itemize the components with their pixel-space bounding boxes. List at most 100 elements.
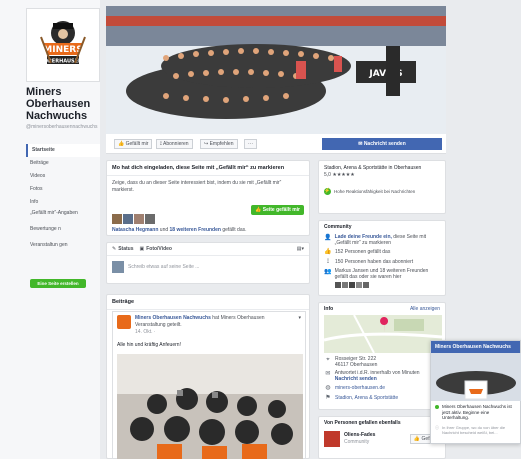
person-add-icon: 👤 xyxy=(324,235,332,241)
avatar[interactable] xyxy=(324,431,340,447)
likes-count-row: 👍 152 Personen gefällt das xyxy=(319,247,445,257)
response-badge: ⚡ Hohe Reaktionsfähigkeit bei Nachrichte… xyxy=(319,178,445,195)
chat-cover xyxy=(431,353,521,401)
nav-item-likes[interactable]: „Gefällt mir“-Angaben xyxy=(26,209,100,225)
location-pin-icon: ⌖ xyxy=(326,357,330,363)
like-invite-label: Seite gefällt mir xyxy=(262,207,300,213)
messenger-icon: ✉ xyxy=(325,371,331,377)
chat-title[interactable]: Miners Oberhausen Nachwuchs xyxy=(431,341,520,353)
chevron-down-icon[interactable]: ▾ xyxy=(298,315,301,321)
nav-item-reviews[interactable]: Bewertunge n xyxy=(26,225,100,241)
lightning-icon: ⚡ xyxy=(324,188,331,195)
avatar[interactable] xyxy=(134,214,144,224)
chat-info-row: ⓘ In Ihrer Gruppe, wo du von über die Na… xyxy=(431,424,520,436)
composer-menu-icon[interactable]: ▤▾ xyxy=(297,246,304,252)
nav-item-startseite[interactable]: Startseite xyxy=(26,144,100,157)
composer-input-row: Schreib etwas auf seine Seite ... xyxy=(107,256,309,278)
share-button[interactable]: ↪ Empfehlen xyxy=(200,139,238,149)
info-header: Info xyxy=(324,306,334,312)
nav-item-videos[interactable]: Videos xyxy=(26,170,100,183)
status-tab[interactable]: Status xyxy=(118,246,133,252)
avatar[interactable] xyxy=(349,282,355,288)
friends-more-link[interactable]: 18 weiteren Freunden xyxy=(170,227,221,233)
thumb-up-icon: 👍 xyxy=(413,436,421,442)
avatar[interactable] xyxy=(363,282,369,288)
related-pages-card: Von Personen gefallen ebenfalls Oliens-F… xyxy=(318,416,446,459)
like-page-button[interactable]: 👍 Gefällt mir xyxy=(114,139,153,149)
info-send-message-link[interactable]: Nachricht senden xyxy=(335,376,377,382)
nav-item-events[interactable]: Veranstaltun gen xyxy=(26,241,100,257)
page-handle[interactable]: @minersoberhausennachwuchs xyxy=(26,124,100,130)
likes-count: 152 Personen gefällt das xyxy=(335,249,391,255)
info-icon: ⓘ xyxy=(435,424,439,430)
post-header: Miners Oberhausen Nachwuchs hat Miners O… xyxy=(113,312,305,339)
community-avatars xyxy=(319,281,445,289)
show-all-link[interactable]: Alle anzeigen xyxy=(410,306,440,312)
avatar[interactable] xyxy=(335,282,341,288)
send-message-label: Nachricht senden xyxy=(363,141,406,147)
page-title-line3: Nachwuchs xyxy=(26,110,88,122)
page-title-line1: Miners xyxy=(26,86,62,98)
avatar[interactable] xyxy=(145,214,155,224)
share-label: Empfehlen xyxy=(209,141,234,147)
reply-text: Antwortet i.d.R. innerhalb von Minuten N… xyxy=(335,370,440,382)
composer-card: ✎ Status ▣ Foto/Video ▤▾ Schreib etwas a… xyxy=(106,242,310,284)
friends-like-suffix: gefällt das. xyxy=(222,227,247,233)
composer-input[interactable]: Schreib etwas auf seine Seite ... xyxy=(128,264,199,270)
post-image[interactable] xyxy=(117,354,303,459)
page-title: Miners Oberhausen Nachwuchs xyxy=(26,86,100,122)
related-pages-header: Von Personen gefallen ebenfalls xyxy=(324,420,401,426)
like-invite-button[interactable]: 👍 Seite gefällt mir xyxy=(251,205,304,215)
page-category[interactable]: Stadion, Arena & Sportstätte in Oberhaus… xyxy=(319,161,445,172)
avatar[interactable] xyxy=(342,282,348,288)
nav-item-info[interactable]: Info xyxy=(26,196,100,209)
info-card: Info Alle anzeigen ⌖ Rosseiger Str. 222 … xyxy=(318,302,446,410)
about-card: Stadion, Arena & Sportstätte in Oberhaus… xyxy=(318,160,446,214)
avatar[interactable] xyxy=(356,282,362,288)
nav-item-fotos[interactable]: Fotos xyxy=(26,183,100,196)
map-image xyxy=(324,315,442,353)
posts-header: Beiträge xyxy=(107,295,309,310)
post-author-link[interactable]: Miners Oberhausen Nachwuchs xyxy=(135,315,211,321)
category-link[interactable]: Stadion, Arena & Sportstätte xyxy=(335,395,398,401)
post-text: Alle hin und kräftig Anfeuern! xyxy=(117,342,181,348)
chat-active-row: Miners Oberhausen Nachwuchs ist jetzt ak… xyxy=(431,401,520,424)
create-page-button[interactable]: Eine Seite erstellen xyxy=(30,279,86,288)
invite-body: Zeige, dass du an dieser Seite interessi… xyxy=(112,180,282,193)
avatar[interactable] xyxy=(123,214,133,224)
invite-title: Mo hat dich eingeladen, diese Seite mit … xyxy=(107,161,309,176)
avatar[interactable] xyxy=(112,214,122,224)
post-date[interactable]: 14. Okt. · xyxy=(135,329,295,336)
miners-logo-icon: MINERS OBERHAUSEN xyxy=(40,21,86,65)
globe-icon: ◍ xyxy=(325,385,331,391)
invite-friends-row: 👤 Lade deine Freunde ein, diese Seite mi… xyxy=(319,233,445,247)
post-meta: Miners Oberhausen Nachwuchs hat Miners O… xyxy=(135,315,295,336)
avatar xyxy=(112,261,124,273)
friend-name-link[interactable]: Natascha Hegmann xyxy=(112,227,158,233)
response-text: Hohe Reaktionsfähigkeit bei Nachrichten xyxy=(334,189,416,194)
chat-info-text: In Ihrer Gruppe, wo du von über die Nach… xyxy=(442,424,506,435)
location-map[interactable] xyxy=(324,315,442,353)
more-options-button[interactable]: ··· xyxy=(244,139,257,149)
page-title-line2: Oberhausen xyxy=(26,98,91,110)
cover-photo[interactable]: JAVICS xyxy=(106,6,446,134)
website-link[interactable]: miners-oberhausen.de xyxy=(335,385,385,391)
page-nav: Startseite Beiträge Videos Fotos Info „G… xyxy=(26,144,100,257)
address[interactable]: Rosseiger Str. 222 46117 Oberhausen xyxy=(335,356,377,368)
avatar[interactable] xyxy=(117,315,131,329)
friends-like-text: Natascha Hegmann und 18 weiteren Freunde… xyxy=(112,227,247,233)
photo-video-tab[interactable]: Foto/Video xyxy=(146,246,172,252)
info-header-row: Info Alle anzeigen xyxy=(319,303,445,315)
pencil-icon: ✎ xyxy=(112,246,117,252)
friends-like-summary[interactable]: Markus Jansen und 18 weiteren Freunden g… xyxy=(335,268,440,280)
send-message-button[interactable]: ✉ Nachricht senden xyxy=(322,138,442,150)
follows-count: 150 Personen haben das abonniert xyxy=(335,259,414,265)
nav-item-beitraege[interactable]: Beiträge xyxy=(26,157,100,170)
category-row: ⚑ Stadion, Arena & Sportstätte xyxy=(319,392,445,402)
follow-button[interactable]: ⟟ Abonnieren xyxy=(156,139,193,149)
related-page-name[interactable]: Oliens-Fades xyxy=(344,432,375,439)
website-row: ◍ miners-oberhausen.de xyxy=(319,382,445,392)
thumb-up-icon: 👍 xyxy=(255,207,262,213)
page-logo[interactable]: MINERS OBERHAUSEN xyxy=(26,8,100,82)
thumb-up-icon: 👍 xyxy=(118,141,125,147)
